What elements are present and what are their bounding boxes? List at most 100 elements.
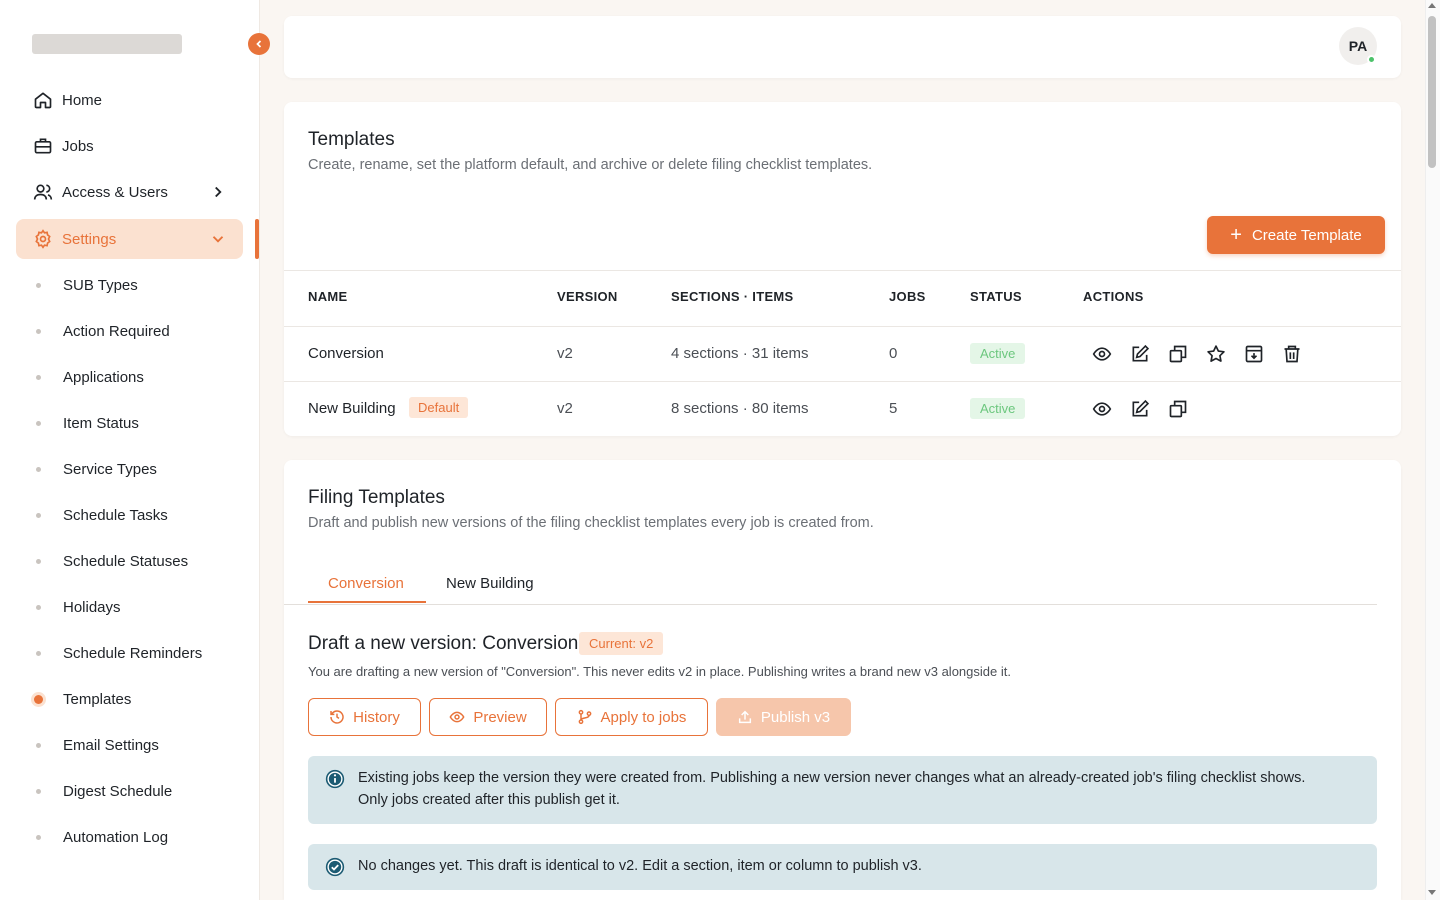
tabs-divider: [284, 604, 1377, 605]
column-header-sections-items[interactable]: SECTIONS · ITEMS: [671, 289, 794, 304]
gear-icon: [32, 228, 54, 250]
sidebar-subitem-label: Item Status: [63, 414, 139, 432]
logo-placeholder[interactable]: [32, 34, 182, 54]
apply-to-jobs-label: Apply to jobs: [600, 708, 687, 726]
column-header-name[interactable]: NAME: [308, 289, 347, 304]
sidebar-subitem-action-required[interactable]: Action Required: [30, 316, 250, 346]
sidebar-subitem-label: Templates: [63, 690, 132, 708]
sidebar-subitem-email-settings[interactable]: Email Settings: [30, 730, 250, 760]
bullet-icon: [36, 512, 41, 518]
page-scrollbar[interactable]: [1425, 0, 1440, 900]
templates-subtitle: Create, rename, set the platform default…: [308, 157, 873, 173]
sidebar-item-label: Home: [62, 91, 103, 109]
template-sections-items: 8 sections · 80 items: [671, 400, 809, 417]
sidebar-subitem-label: Holidays: [63, 598, 121, 616]
preview-label: Preview: [473, 708, 527, 726]
create-template-button[interactable]: + Create Template: [1207, 216, 1385, 254]
edit-icon: [1132, 399, 1150, 417]
bullet-icon: [36, 742, 41, 748]
publish-label: Publish v3: [760, 708, 831, 726]
sidebar-item-label: Settings: [62, 230, 117, 248]
template-name: Conversion: [308, 345, 384, 362]
archive-button[interactable]: [1243, 343, 1265, 365]
edit-button[interactable]: [1129, 398, 1151, 420]
sidebar-item-jobs[interactable]: Jobs: [16, 126, 243, 166]
info-notice: Existing jobs keep the version they were…: [308, 756, 1377, 824]
active-bullet-icon: [34, 694, 43, 704]
sidebar-subitem-item-status[interactable]: Item Status: [30, 408, 250, 438]
column-header-status: STATUS: [970, 289, 1022, 304]
sidebar-item-home[interactable]: Home: [16, 80, 243, 120]
archive-icon: [1245, 345, 1263, 363]
column-header-jobs[interactable]: JOBS: [889, 289, 926, 304]
filing-templates-title: Filing Templates: [308, 487, 445, 508]
table-divider: [284, 270, 1401, 271]
sidebar-subitem-schedule-reminders[interactable]: Schedule Reminders: [30, 638, 250, 668]
sidebar-subitem-label: Schedule Reminders: [63, 644, 203, 662]
apply-to-jobs-button[interactable]: Apply to jobs: [555, 698, 708, 736]
view-button[interactable]: [1091, 398, 1113, 420]
home-icon: [32, 89, 54, 111]
sidebar: Home Jobs Access & Users Settings SUB Ty…: [0, 0, 260, 900]
sidebar-subitem-label: SUB Types: [63, 276, 138, 294]
sidebar-subitem-label: Schedule Tasks: [63, 506, 168, 524]
sidebar-subitem-label: Automation Log: [63, 828, 169, 846]
sidebar-subitem-label: Schedule Statuses: [63, 552, 189, 570]
template-name: New Building: [308, 400, 396, 417]
duplicate-button[interactable]: [1167, 398, 1189, 420]
filing-templates-card: Filing Templates Draft and publish new v…: [284, 460, 1401, 900]
edit-icon: [1132, 344, 1150, 362]
bullet-icon: [36, 420, 41, 426]
sidebar-item-settings[interactable]: Settings: [16, 219, 243, 259]
sidebar-subitem-applications[interactable]: Applications: [30, 362, 250, 392]
sidebar-subitem-templates[interactable]: Templates: [30, 684, 250, 714]
sidebar-subitem-label: Service Types: [63, 460, 157, 478]
table-divider: [284, 381, 1401, 382]
filing-templates-subtitle: Draft and publish new versions of the fi…: [308, 515, 874, 531]
templates-card: Templates Create, rename, set the platfo…: [284, 102, 1401, 436]
template-sections-items: 4 sections · 31 items: [671, 345, 809, 362]
scroll-down-arrow-icon[interactable]: [1428, 890, 1436, 895]
active-indicator: [255, 219, 259, 259]
sidebar-subitem-sub-types[interactable]: SUB Types: [30, 270, 250, 300]
briefcase-icon: [32, 135, 54, 157]
sidebar-subitem-digest-schedule[interactable]: Digest Schedule: [30, 776, 250, 806]
publish-button[interactable]: Publish v3: [716, 698, 851, 736]
bullet-icon: [36, 788, 41, 794]
template-version: v2: [557, 400, 573, 417]
sidebar-subitem-automation-log[interactable]: Automation Log: [30, 822, 250, 852]
scrollbar-thumb[interactable]: [1428, 16, 1436, 168]
online-status-dot: [1367, 55, 1376, 64]
default-badge: Default: [409, 397, 469, 418]
duplicate-icon: [1169, 345, 1187, 363]
bullet-icon: [36, 328, 41, 334]
sidebar-subitem-holidays[interactable]: Holidays: [30, 592, 250, 622]
history-button[interactable]: History: [308, 698, 421, 736]
sidebar-subitem-schedule-statuses[interactable]: Schedule Statuses: [30, 546, 250, 576]
sidebar-subitem-schedule-tasks[interactable]: Schedule Tasks: [30, 500, 250, 530]
template-version: v2: [557, 345, 573, 362]
duplicate-button[interactable]: [1167, 343, 1189, 365]
avatar[interactable]: PA: [1339, 27, 1377, 65]
sidebar-item-access-users[interactable]: Access & Users: [16, 172, 243, 212]
selected-tab-indicator: [308, 601, 426, 603]
tab-new-building[interactable]: New Building: [446, 575, 534, 605]
check-circle-icon: [324, 856, 346, 878]
column-header-actions: ACTIONS: [1083, 289, 1144, 304]
sidebar-subitem-label: Action Required: [63, 322, 170, 340]
sidebar-subitem-service-types[interactable]: Service Types: [30, 454, 250, 484]
edit-button[interactable]: [1129, 343, 1151, 365]
sidebar-subitem-label: Email Settings: [63, 736, 159, 754]
view-button[interactable]: [1091, 343, 1113, 365]
preview-button[interactable]: Preview: [429, 698, 547, 736]
set-default-button[interactable]: [1205, 343, 1227, 365]
sidebar-subitem-label: Digest Schedule: [63, 782, 173, 800]
status-notice: No changes yet. This draft is identical …: [308, 844, 1377, 890]
collapse-sidebar-button[interactable]: [248, 33, 270, 55]
bullet-icon: [36, 604, 41, 610]
delete-button[interactable]: [1281, 343, 1303, 365]
info-notice-text: Existing jobs keep the version they were…: [358, 770, 1306, 808]
scroll-up-arrow-icon[interactable]: [1428, 3, 1436, 8]
users-icon: [32, 181, 54, 203]
column-header-version[interactable]: VERSION: [557, 289, 618, 304]
